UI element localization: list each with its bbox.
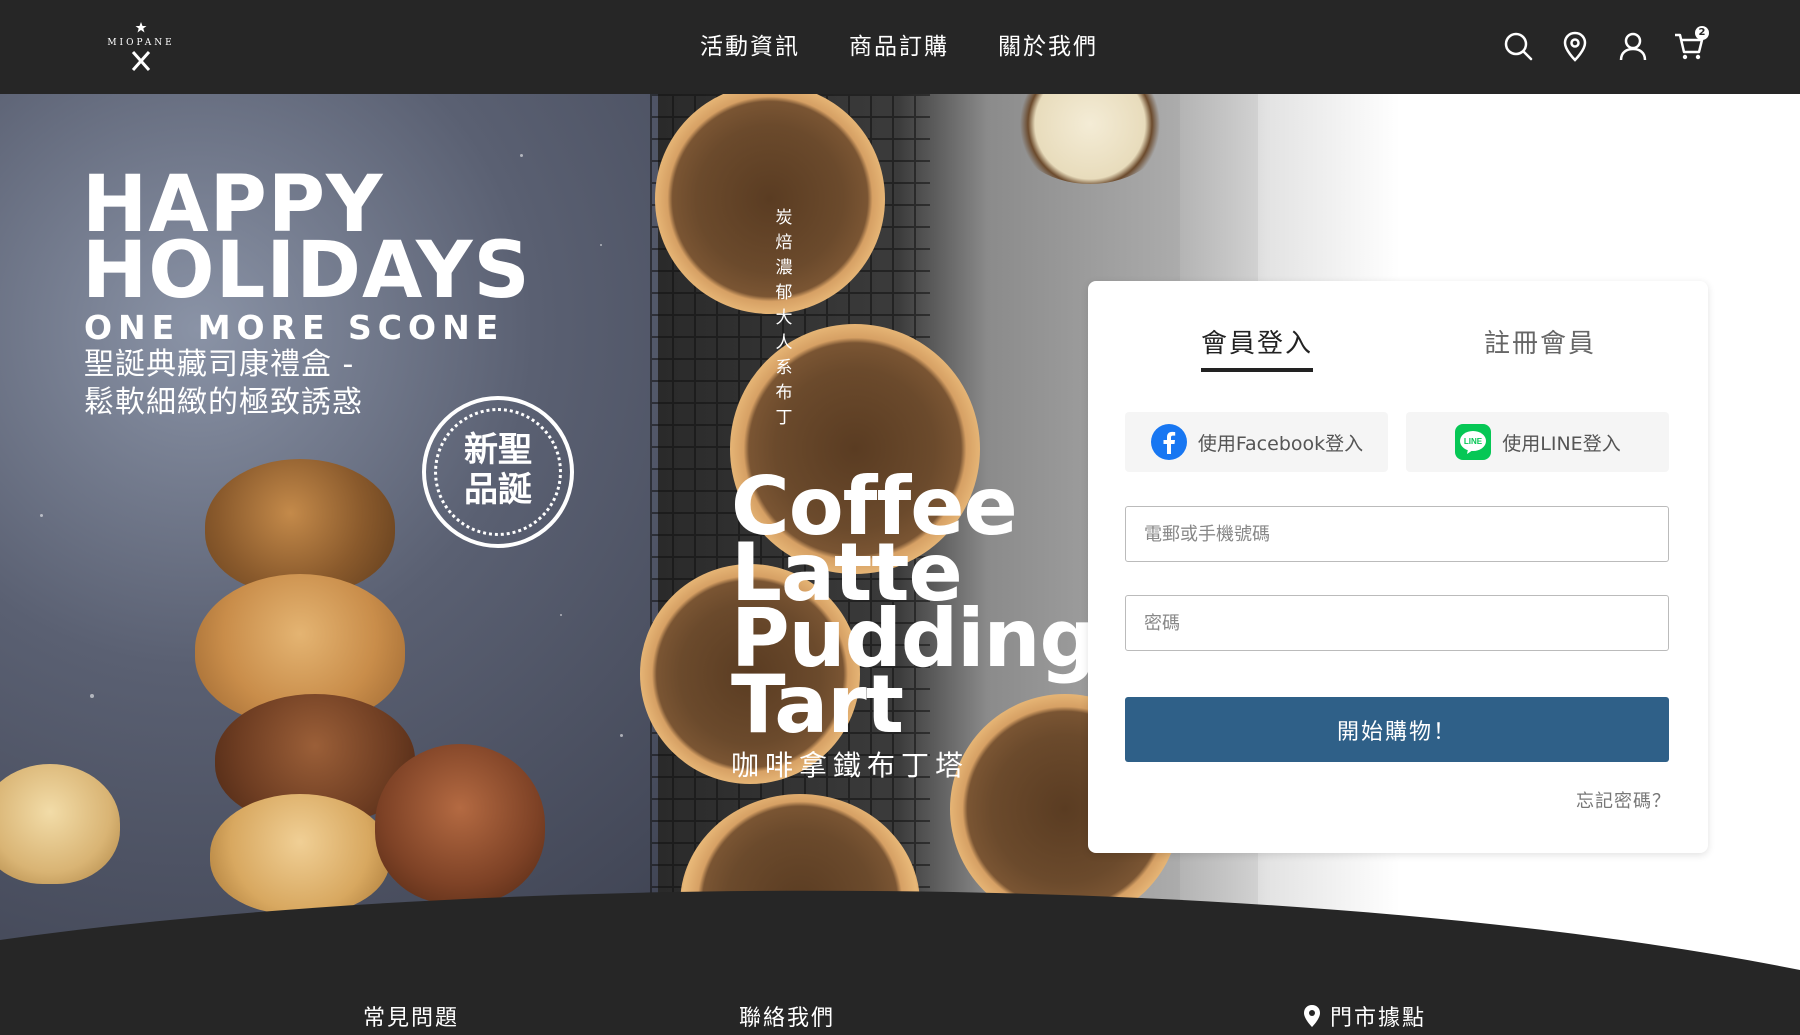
forgot-password-link[interactable]: 忘記密碼？ bbox=[1576, 787, 1671, 813]
login-card: 會員登入 註冊會員 使用Facebook登入 LINE 使用LINE登入 開始購… bbox=[1088, 281, 1708, 853]
footer-link-faq[interactable]: 常見問題 bbox=[363, 1000, 459, 1032]
map-pin-icon[interactable] bbox=[1559, 30, 1591, 62]
new-product-badge: 新聖 品誕 bbox=[422, 396, 574, 548]
search-icon[interactable] bbox=[1502, 30, 1534, 62]
pudding-subtitle: 咖啡拿鐵布丁塔 bbox=[731, 749, 970, 782]
cart-icon[interactable]: 2 bbox=[1673, 26, 1709, 62]
account-input[interactable] bbox=[1125, 506, 1669, 562]
line-login-button[interactable]: LINE 使用LINE登入 bbox=[1406, 412, 1669, 472]
badge-line-2: 品誕 bbox=[464, 470, 532, 510]
holiday-subtitle: 聖誕典藏司康禮盒 - 鬆軟細緻的極致誘惑 bbox=[84, 346, 504, 422]
subtitle-line-1: 聖誕典藏司康禮盒 - bbox=[84, 347, 355, 382]
holiday-headline: HAPPY HOLIDAYS bbox=[82, 166, 531, 316]
logo-wordmark: MIOPANE bbox=[107, 38, 175, 48]
nav-item-about[interactable]: 關於我們 bbox=[998, 30, 1098, 64]
facebook-login-button[interactable]: 使用Facebook登入 bbox=[1125, 412, 1388, 472]
start-shopping-button[interactable]: 開始購物！ bbox=[1125, 697, 1669, 762]
tab-register[interactable]: 註冊會員 bbox=[1484, 323, 1596, 360]
facebook-icon bbox=[1150, 424, 1187, 460]
footer-nav: 常見問題 聯絡我們 門市據點 bbox=[0, 1000, 1800, 1035]
brand-logo[interactable]: MIOPANE bbox=[100, 18, 182, 74]
pudding-headline: Coffee Latte Pudding Tart bbox=[731, 467, 1097, 745]
footer-link-stores-label: 門市據點 bbox=[1330, 1006, 1427, 1031]
holiday-tagline: ONE MORE SCONE bbox=[84, 308, 505, 347]
tart-image bbox=[655, 94, 885, 314]
footer-link-stores[interactable]: 門市據點 bbox=[1302, 1000, 1426, 1032]
headline-line-2: HOLIDAYS bbox=[82, 226, 531, 316]
cart-count-badge: 2 bbox=[1695, 26, 1709, 40]
map-pin-icon bbox=[1304, 1005, 1320, 1027]
main-nav: 活動資訊 商品訂購 關於我們 bbox=[700, 30, 1098, 64]
subtitle-line-2: 鬆軟細緻的極致誘惑 bbox=[84, 385, 363, 420]
tab-member-login[interactable]: 會員登入 bbox=[1201, 323, 1314, 372]
svg-text:LINE: LINE bbox=[1464, 437, 1483, 446]
line-login-label: 使用LINE登入 bbox=[1502, 432, 1621, 455]
facebook-login-label: 使用Facebook登入 bbox=[1197, 432, 1364, 455]
pudding-vertical-caption: 炭焙濃郁大人系布丁 bbox=[775, 208, 795, 428]
site-header: MIOPANE 活動資訊 商品訂購 關於我們 2 bbox=[0, 0, 1800, 94]
badge-line-1: 新聖 bbox=[464, 430, 532, 470]
nav-item-events[interactable]: 活動資訊 bbox=[700, 30, 800, 64]
scone-image bbox=[0, 764, 120, 884]
user-icon[interactable] bbox=[1617, 30, 1649, 62]
password-input[interactable] bbox=[1125, 595, 1669, 651]
footer-link-contact[interactable]: 聯絡我們 bbox=[739, 1000, 835, 1032]
line-icon: LINE bbox=[1455, 424, 1492, 460]
nav-item-shop[interactable]: 商品訂購 bbox=[849, 30, 949, 64]
